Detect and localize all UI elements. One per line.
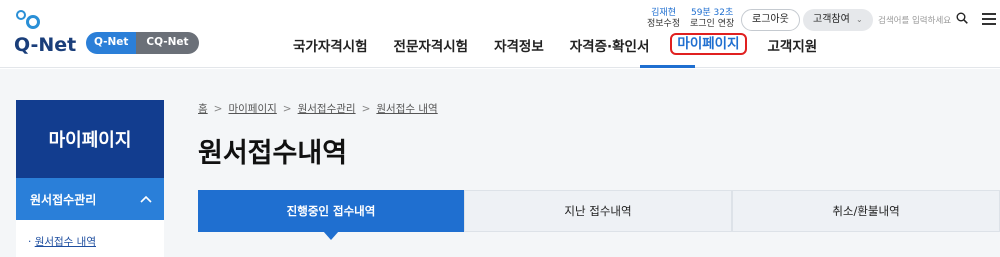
brand-cqnet-button[interactable]: CQ-Net [136,32,199,54]
customer-participation-button[interactable]: 고객참여 ⌄ [803,9,873,31]
nav-item-mypage[interactable]: 마이페이지 [670,33,747,55]
page-title: 원서접수내역 [198,138,348,169]
sidebar-item-label: 원서접수 내역 [34,236,96,248]
qnet-logo[interactable]: Q-Net [14,10,86,56]
sidebar-section-label: 원서접수관리 [30,192,97,207]
nav-item-qualification-info[interactable]: 자격정보 [481,35,557,55]
user-info-edit-link[interactable]: 정보수정 [647,19,680,30]
nav-item-support[interactable]: 고객지원 [755,35,831,55]
tab-cancel-refund[interactable]: 취소/환불내역 [732,190,1000,232]
login-extend-link[interactable]: 로그인 연장 [690,19,734,30]
tab-bar: 진행중인 접수내역 지난 접수내역 취소/환불내역 [198,190,1000,240]
user-name: 김재현 [651,8,676,18]
tab-past[interactable]: 지난 접수내역 [464,190,732,232]
breadcrumb-mypage[interactable]: 마이페이지 [228,101,276,116]
bullet-dot: · [28,236,35,248]
main-nav: 국가자격시험 전문자격시험 자격정보 자격증·확인서 마이페이지 고객지원 [280,33,831,55]
tab-in-progress[interactable]: 진행중인 접수내역 [198,190,464,240]
breadcrumb-application-history[interactable]: 원서접수 내역 [376,101,437,116]
breadcrumb-separator: > [282,102,292,115]
customer-participation-label: 고객참여 [813,14,850,25]
session-timer: 59분 32초 [690,8,734,18]
breadcrumb-separator: > [361,102,371,115]
nav-item-professional-exam[interactable]: 전문자격시험 [381,35,482,55]
sidebar: 마이페이지 원서접수관리 · 원서접수 내역 [16,100,164,257]
brand-qnet-button[interactable]: Q-Net [86,32,137,54]
breadcrumb-separator: > [213,102,223,115]
user-info[interactable]: 김재현 정보수정 [647,8,680,30]
logo-circle-small [16,10,26,20]
session-extend[interactable]: 59분 32초 로그인 연장 [690,8,734,30]
chevron-up-icon [140,195,152,203]
sidebar-section-toggle[interactable]: 원서접수관리 [16,178,164,220]
sidebar-title: 마이페이지 [16,100,164,178]
search-icon[interactable] [956,12,968,24]
breadcrumb: 홈 > 마이페이지 > 원서접수관리 > 원서접수 내역 [198,101,438,116]
sidebar-item-application-history[interactable]: · 원서접수 내역 [16,220,164,249]
logo-circle-large [26,15,40,29]
logo-text: Q-Net [14,34,77,56]
brand-switch: Q-Net CQ-Net [86,32,199,54]
nav-item-certificate[interactable]: 자격증·확인서 [557,35,663,55]
logout-button[interactable]: 로그아웃 [741,9,800,31]
chevron-down-icon: ⌄ [856,15,863,24]
hamburger-menu-icon[interactable] [982,13,996,25]
breadcrumb-application-management[interactable]: 원서접수관리 [298,101,356,116]
nav-active-underline [640,65,695,68]
search-input[interactable]: 검색어를 입력하세요 [878,14,951,26]
breadcrumb-home[interactable]: 홈 [198,101,208,116]
site-header: Q-Net Q-Net CQ-Net 국가자격시험 전문자격시험 자격정보 자격… [0,0,1000,68]
nav-item-national-exam[interactable]: 국가자격시험 [280,35,381,55]
